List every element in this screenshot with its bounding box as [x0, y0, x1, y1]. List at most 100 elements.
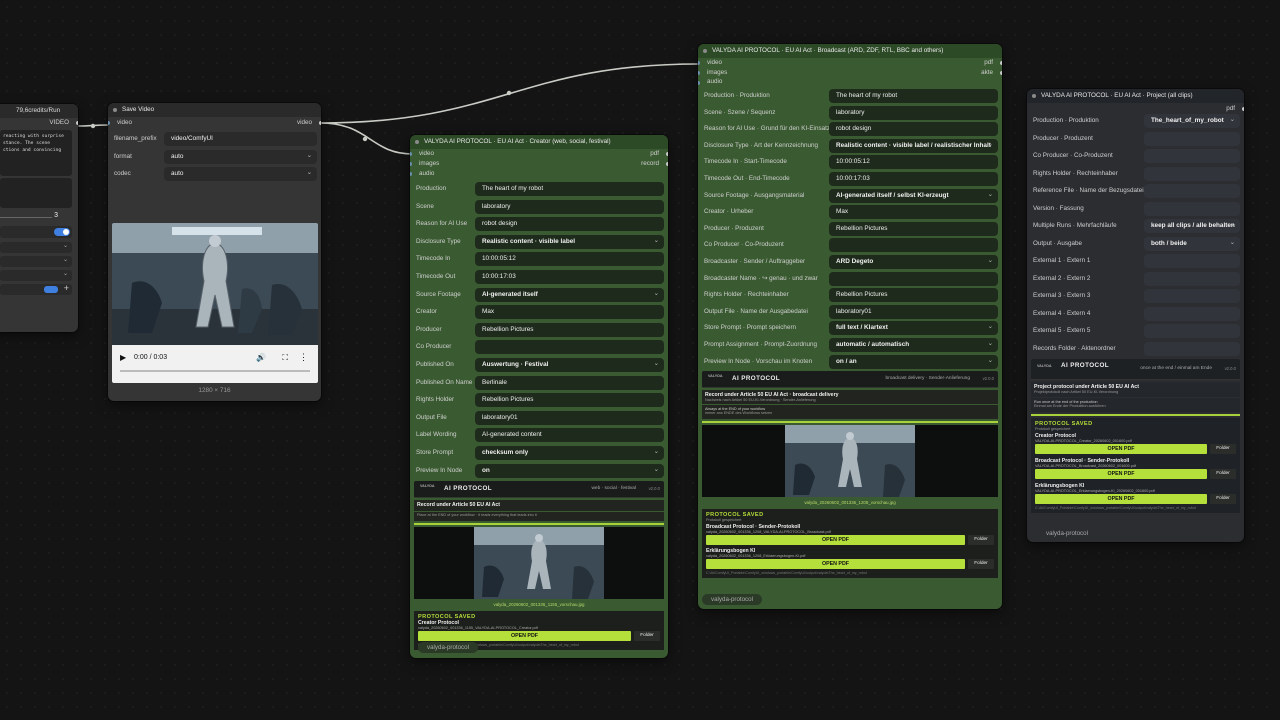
field-row[interactable]: Broadcaster Name · ↪ genau · und zwar — [702, 271, 998, 286]
field-select[interactable]: Realistic content · visible label — [475, 234, 664, 249]
field-row[interactable]: Timecode In 10:00:05:12 — [414, 252, 664, 267]
field-input[interactable]: laboratory — [829, 105, 998, 120]
field-row[interactable]: Source Footage · Ausgangsmaterial AI-gene… — [702, 188, 998, 203]
folder-button[interactable]: Folder — [1210, 494, 1236, 504]
field-select[interactable]: on — [475, 463, 664, 478]
field-input[interactable] — [829, 238, 998, 253]
field-select[interactable]: Auswertung · Festival — [475, 357, 664, 372]
output-video-socket[interactable] — [76, 121, 78, 125]
broadcast-input-video-socket[interactable] — [698, 61, 700, 65]
field-input[interactable]: The heart of my robot — [475, 182, 664, 196]
combo-3[interactable]: ⌄ — [0, 270, 72, 281]
output-video-socket[interactable] — [319, 121, 321, 125]
field-row[interactable]: Source Footage AI-generated itself — [414, 287, 664, 302]
creator-output-record-socket[interactable] — [666, 162, 668, 166]
play-icon[interactable]: ▶ — [120, 353, 126, 362]
project-output-pdf-socket[interactable] — [1242, 107, 1244, 111]
field-input[interactable]: 10:00:05:12 — [475, 252, 664, 267]
creator-node[interactable]: VALYDA AI PROTOCOL · EU AI Act · Creator… — [410, 135, 668, 658]
fullscreen-icon[interactable]: ⛶ — [282, 353, 288, 363]
field-input[interactable]: Rebellion Pictures — [475, 322, 664, 337]
field-row[interactable]: External 5 · Extern 5 — [1031, 324, 1240, 338]
field-input[interactable] — [1144, 166, 1240, 181]
toggle-pill[interactable] — [44, 286, 58, 293]
field-input[interactable]: Berlinale — [475, 375, 664, 390]
field-row[interactable]: Scene · Szene / Sequenz laboratory — [702, 105, 998, 120]
field-row[interactable]: Output · Ausgabe both / beide — [1031, 236, 1240, 251]
field-input[interactable] — [1144, 254, 1240, 268]
add-row[interactable]: + — [0, 283, 72, 295]
broadcast-input-images-socket[interactable] — [698, 71, 700, 75]
field-select[interactable]: full text / Klartext — [829, 320, 998, 336]
field-row[interactable]: Producer · Produzent — [1031, 131, 1240, 146]
field-row[interactable]: Producer · Produzent Rebellion Pictures — [702, 221, 998, 236]
field-input[interactable]: Rebellion Pictures — [475, 393, 664, 408]
field-row[interactable]: Disclosure Type · Art der Kennzeichnung R… — [702, 138, 998, 153]
field-input[interactable] — [1144, 324, 1240, 338]
field-input[interactable]: laboratory — [475, 199, 664, 214]
field-select[interactable]: both / beide — [1144, 236, 1240, 251]
more-icon[interactable]: ⋮ — [299, 352, 308, 363]
field-row[interactable]: Reason for AI Use robot design — [414, 217, 664, 232]
field-row[interactable]: Published On Name Berlinale — [414, 375, 664, 390]
field-row[interactable]: Producer Rebellion Pictures — [414, 322, 664, 337]
field-row[interactable]: Store Prompt · Prompt speichern full text… — [702, 320, 998, 336]
field-row[interactable]: Rights Holder · Rechteinhaber Rebellion P… — [702, 288, 998, 303]
folder-button[interactable]: Folder — [1210, 444, 1236, 454]
toggle-row[interactable] — [0, 226, 72, 238]
field-input[interactable]: robot design — [475, 217, 664, 232]
field-row[interactable]: Production · Produktion The_heart_of_my_r… — [1031, 113, 1240, 128]
field-row[interactable]: Label Wording AI-generated content — [414, 428, 664, 443]
add-icon[interactable]: + — [64, 283, 69, 293]
prompt-textarea[interactable]: reacting with surprise stance. The scene… — [0, 130, 72, 176]
folder-button[interactable]: Folder — [968, 535, 994, 546]
folder-button[interactable]: Folder — [968, 559, 994, 570]
field-row[interactable]: Production · Produktion The heart of my r… — [702, 89, 998, 103]
open-pdf-button[interactable]: OPEN PDF — [1035, 494, 1207, 504]
field-row[interactable]: Reason for AI Use · Grund für den KI-Ein… — [702, 122, 998, 137]
field-row[interactable]: Store Prompt checksum only — [414, 445, 664, 460]
field-input[interactable]: Max — [475, 305, 664, 320]
field-row[interactable]: Scene laboratory — [414, 199, 664, 214]
folder-button[interactable]: Folder — [634, 631, 660, 642]
field-input[interactable] — [1144, 289, 1240, 303]
field-select[interactable]: AI-generated itself — [475, 287, 664, 302]
creator-input-images-socket[interactable] — [410, 162, 412, 166]
format-widget[interactable]: format auto — [112, 149, 317, 164]
project-node[interactable]: VALYDA AI PROTOCOL · EU AI Act · Project… — [1027, 89, 1244, 542]
field-input[interactable] — [1144, 201, 1240, 216]
field-row[interactable]: Rights Holder Rebellion Pictures — [414, 393, 664, 408]
open-pdf-button[interactable]: OPEN PDF — [1035, 469, 1207, 479]
open-pdf-button[interactable]: OPEN PDF — [1035, 444, 1207, 454]
field-select[interactable]: keep all clips / alle behalten — [1144, 218, 1240, 233]
field-row[interactable]: Timecode Out 10:00:17:03 — [414, 269, 664, 284]
field-row[interactable]: Production The heart of my robot — [414, 182, 664, 196]
field-row[interactable]: Version · Fassung — [1031, 201, 1240, 216]
field-row[interactable]: Co Producer · Co-Produzent — [702, 238, 998, 253]
field-select[interactable]: on / an — [829, 354, 998, 369]
volume-icon[interactable]: 🔊 — [256, 353, 266, 362]
field-row[interactable]: Timecode Out · End-Timecode 10:00:17:03 — [702, 171, 998, 186]
field-row[interactable]: External 1 · Extern 1 — [1031, 254, 1240, 268]
field-row[interactable]: Creator · Urheber Max — [702, 205, 998, 220]
field-input[interactable]: 10:00:05:12 — [829, 155, 998, 170]
codec-widget[interactable]: codec auto — [112, 166, 317, 182]
filename-prefix-widget[interactable]: filename_prefix video/ComfyUI — [112, 132, 317, 146]
field-input[interactable] — [1144, 149, 1240, 163]
field-row[interactable]: Rights Holder · Rechteinhaber — [1031, 166, 1240, 181]
save-video-node[interactable]: Save Video video video filename_prefix v… — [108, 103, 321, 401]
broadcast-output-akte-socket[interactable] — [1000, 71, 1002, 75]
field-select[interactable]: The_heart_of_my_robot — [1144, 113, 1240, 128]
field-input[interactable]: The heart of my robot — [829, 89, 998, 103]
field-input[interactable]: laboratory01 — [829, 304, 998, 319]
field-row[interactable]: Reference File · Name der Bezugsdatei — [1031, 184, 1240, 198]
creator-output-pdf-socket[interactable] — [666, 152, 668, 156]
broadcast-input-audio-socket[interactable] — [698, 81, 700, 85]
field-input[interactable] — [829, 271, 998, 286]
field-select[interactable]: ARD Degeto — [829, 254, 998, 269]
slider-row[interactable]: 3 — [0, 212, 72, 222]
toggle-switch[interactable] — [54, 228, 70, 236]
field-input[interactable]: Rebellion Pictures — [829, 221, 998, 236]
field-row[interactable]: Records Folder · Aktenordner — [1031, 341, 1240, 356]
field-select[interactable]: automatic / automatisch — [829, 337, 998, 352]
